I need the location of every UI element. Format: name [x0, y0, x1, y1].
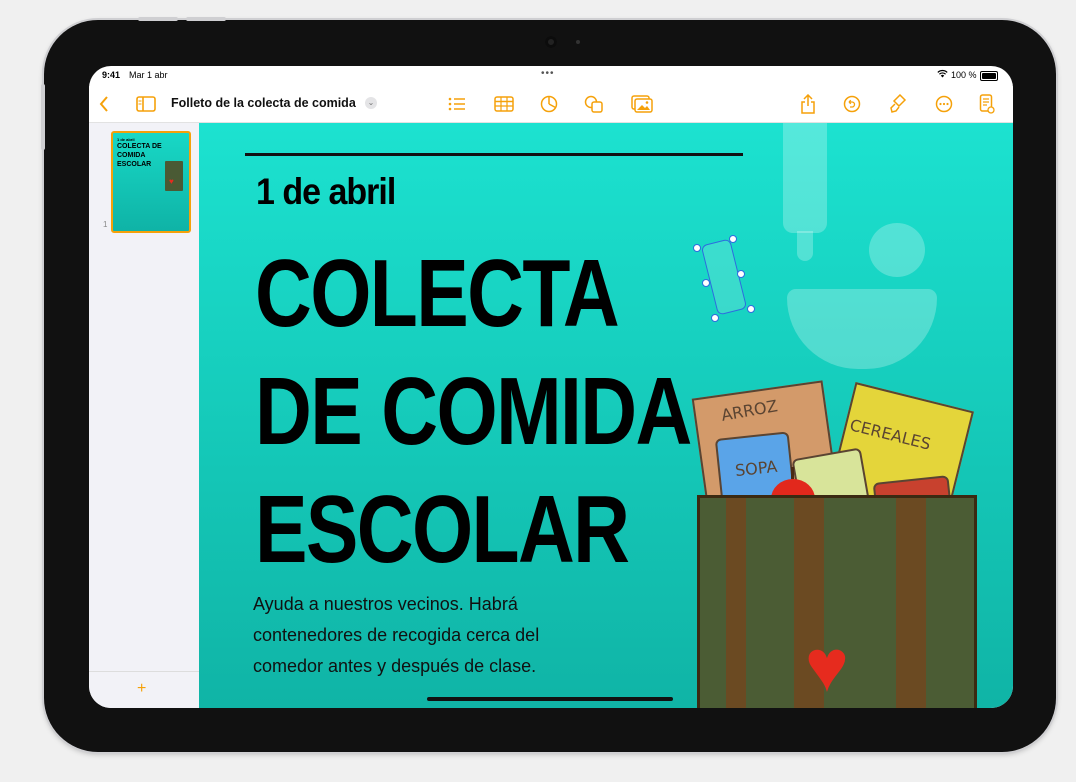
ghost-bottle-shape	[783, 123, 827, 233]
selection-handle[interactable]	[729, 235, 737, 243]
selection-handle[interactable]	[702, 279, 710, 287]
sidebar-footer: +	[89, 671, 199, 708]
headline-line: COLECTA	[255, 240, 620, 347]
headline-line: DE COMIDA	[255, 358, 692, 465]
volume-button	[138, 17, 178, 21]
top-rule	[245, 153, 743, 156]
shape-icon[interactable]	[582, 92, 606, 116]
ghost-apple-icon	[869, 223, 925, 277]
sidebar-toggle-icon[interactable]	[134, 92, 158, 116]
body-paragraph[interactable]: Ayuda a nuestros vecinos. Habrá contened…	[253, 589, 613, 682]
thumbnail-bin-illustration	[165, 161, 183, 191]
event-date[interactable]: 1 de abril	[256, 171, 396, 214]
document-canvas[interactable]: 1 de abril COLECTA DE COMIDA ESCOLAR Ayu…	[199, 123, 1013, 708]
bin-stripe	[746, 498, 794, 708]
ghost-bowl-icon	[787, 289, 937, 369]
front-camera	[545, 36, 557, 48]
list-icon[interactable]	[445, 92, 469, 116]
ghost-bottle-tip-shape	[797, 231, 813, 261]
title-chevron-icon[interactable]: ⌄	[365, 97, 377, 109]
chart-icon[interactable]	[537, 92, 561, 116]
document-title[interactable]: Folleto de la colecta de comida	[171, 96, 356, 110]
battery-icon	[980, 71, 998, 81]
status-bar: 9:41 Mar 1 abr ••• 100 %	[89, 66, 1013, 86]
heart-icon: ♥	[805, 624, 849, 707]
back-chevron-icon[interactable]	[92, 92, 116, 116]
wifi-icon	[937, 69, 948, 80]
toolbar: Folleto de la colecta de comida ⌄	[89, 86, 1013, 123]
thumbnail-heart-icon: ♥	[169, 177, 174, 186]
selection-handle[interactable]	[737, 270, 745, 278]
format-brush-icon[interactable]	[886, 92, 910, 116]
thumbnail-page-number: 1	[103, 220, 108, 229]
screen: 9:41 Mar 1 abr ••• 100 % Folleto de la c…	[89, 66, 1013, 708]
headline-line: ESCOLAR	[255, 476, 630, 583]
add-page-button[interactable]: +	[137, 680, 146, 698]
bin-stripe	[926, 498, 974, 708]
body-line: comedor antes y después de clase.	[253, 656, 537, 676]
body-line: Ayuda a nuestros vecinos. Habrá	[253, 594, 518, 614]
more-icon[interactable]	[932, 92, 956, 116]
status-date: Mar 1 abr	[129, 70, 168, 80]
table-icon[interactable]	[492, 92, 516, 116]
battery-percent: 100 %	[951, 70, 977, 80]
headline[interactable]: COLECTA DE COMIDA ESCOLAR	[255, 235, 692, 589]
media-icon[interactable]	[630, 92, 654, 116]
thumbnail-title: COLECTA DE COMIDA ESCOLAR	[117, 143, 162, 168]
multitasking-dots-icon[interactable]: •••	[541, 68, 555, 79]
bin-stripe	[700, 498, 726, 708]
page-thumbnails-sidebar: 1 de abril COLECTA DE COMIDA ESCOLAR ♥ 1…	[89, 123, 200, 708]
body-line: contenedores de recogida cerca del	[253, 625, 540, 645]
selection-handle[interactable]	[711, 314, 719, 322]
apple-stem-icon	[791, 467, 794, 479]
undo-icon[interactable]	[840, 92, 864, 116]
power-button	[41, 84, 45, 150]
home-indicator[interactable]	[427, 697, 673, 701]
page-thumbnail[interactable]: 1 de abril COLECTA DE COMIDA ESCOLAR ♥	[111, 131, 191, 233]
reader-icon[interactable]	[975, 92, 999, 116]
status-time: 9:41	[102, 70, 121, 80]
camera-sensor	[576, 40, 580, 44]
selection-handle[interactable]	[747, 305, 755, 313]
selection-handle[interactable]	[693, 244, 701, 252]
volume-button	[186, 17, 226, 21]
share-icon[interactable]	[796, 92, 820, 116]
